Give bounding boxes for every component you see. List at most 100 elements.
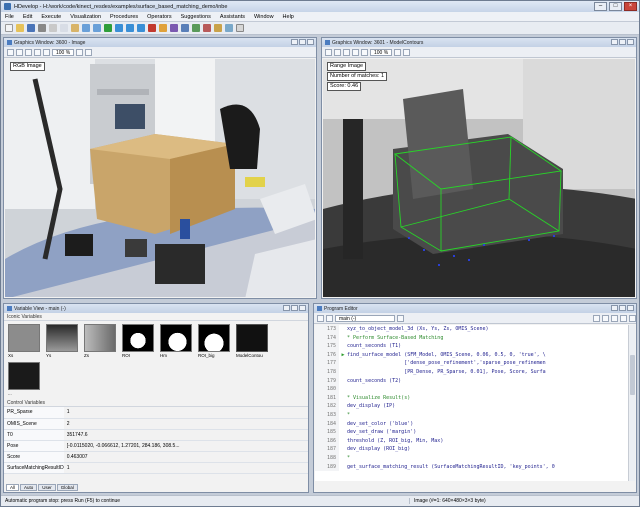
- maximize-button[interactable]: [619, 39, 626, 45]
- zoom-in-icon[interactable]: [25, 48, 32, 56]
- color-icon[interactable]: [76, 48, 84, 56]
- code-line[interactable]: 174 * Perform Surface-Based Matching: [315, 333, 628, 343]
- menu-visualization[interactable]: Visualization: [70, 14, 101, 20]
- code-line[interactable]: 186 threshold (Z, ROI_big, Min, Max): [315, 436, 628, 446]
- code-scrollbar[interactable]: [628, 325, 635, 481]
- table-row[interactable]: Pose [-0.0115020, -0.066612, 1.27201, 284…: [4, 440, 308, 452]
- tab-global[interactable]: Global: [56, 484, 78, 491]
- draw-icon[interactable]: [403, 48, 411, 56]
- pointer-icon[interactable]: [7, 48, 14, 56]
- thumb-roi-big[interactable]: ROI_big: [198, 324, 230, 358]
- zoom-in-icon[interactable]: [343, 48, 350, 56]
- zoom-out-icon[interactable]: [34, 48, 41, 56]
- run-icon[interactable]: [104, 24, 112, 32]
- find-icon[interactable]: [611, 314, 618, 322]
- code-line[interactable]: 182 dev_display (IP): [315, 402, 628, 411]
- new-file-icon[interactable]: [5, 24, 13, 32]
- table-row[interactable]: OMIS_Scene 2: [4, 418, 308, 430]
- code-line[interactable]: 184 dev_set_color ('blue'): [315, 419, 628, 429]
- table-row[interactable]: SurfaceMatchingResultID 1: [4, 462, 308, 474]
- minimize-button[interactable]: [283, 305, 290, 311]
- chevron-down-icon[interactable]: [397, 314, 404, 322]
- step-into-icon[interactable]: [126, 24, 134, 32]
- variable-view-icon[interactable]: [181, 24, 189, 32]
- code-line[interactable]: 179 count_seconds (T2): [315, 376, 628, 386]
- minimize-button[interactable]: [611, 305, 618, 311]
- scrollbar-thumb[interactable]: [630, 355, 635, 395]
- close-button[interactable]: [299, 305, 306, 311]
- code-line[interactable]: 189 get_surface_matching_result (SurfaceM…: [315, 462, 628, 472]
- zoom-out-icon[interactable]: [352, 48, 359, 56]
- graphics-window-icon[interactable]: [170, 24, 178, 32]
- range-image-canvas[interactable]: Range Image Number of matches: 1 Score: …: [323, 59, 635, 297]
- edit-icon[interactable]: [593, 314, 600, 322]
- table-row[interactable]: Score 0.463007: [4, 451, 308, 463]
- thumb-more[interactable]: ...: [8, 362, 40, 396]
- maximize-button[interactable]: [299, 39, 306, 45]
- rgb-image-canvas[interactable]: RGB Image: [5, 59, 315, 297]
- code-line[interactable]: 178 [PR_Dense, PR_Sparse, 0.01], Pose, S…: [315, 367, 628, 377]
- step-out-icon[interactable]: [137, 24, 145, 32]
- thumb-model-contours[interactable]: ModelContou: [236, 324, 268, 358]
- redo-icon[interactable]: [93, 24, 101, 32]
- draw-icon[interactable]: [85, 48, 93, 56]
- tab-all[interactable]: All: [6, 484, 20, 491]
- code-line[interactable]: 188 *: [315, 453, 628, 463]
- minimize-button[interactable]: [291, 39, 298, 45]
- zoom-select[interactable]: 100 %: [370, 48, 393, 56]
- code-line[interactable]: 187 dev_display (ROI_big): [315, 445, 628, 454]
- thumb-hm[interactable]: Hm: [160, 324, 192, 358]
- print-icon[interactable]: [620, 314, 627, 322]
- operator-window-icon[interactable]: [192, 24, 200, 32]
- code-line[interactable]: 175 count_seconds (T1): [315, 342, 628, 351]
- move-icon[interactable]: [334, 48, 341, 56]
- procedure-icon[interactable]: [602, 314, 609, 322]
- code-line[interactable]: 181 * Visualize Result(s): [315, 393, 628, 403]
- copy-icon[interactable]: [60, 24, 68, 32]
- settings-icon[interactable]: [225, 24, 233, 32]
- thumb-roi[interactable]: ROI: [122, 324, 154, 358]
- code-line[interactable]: 185 dev_set_draw ('margin'): [315, 428, 628, 437]
- code-line[interactable]: 183 *: [315, 410, 628, 420]
- menu-edit[interactable]: Edit: [23, 14, 32, 20]
- maximize-button[interactable]: [291, 305, 298, 311]
- close-button[interactable]: [627, 305, 634, 311]
- maximize-button[interactable]: □: [609, 2, 622, 11]
- undo-icon[interactable]: [82, 24, 90, 32]
- paste-icon[interactable]: [71, 24, 79, 32]
- procedure-select[interactable]: main (-): [335, 314, 395, 322]
- minimize-button[interactable]: –: [594, 2, 607, 11]
- cut-icon[interactable]: [49, 24, 57, 32]
- menu-procedures[interactable]: Procedures: [110, 14, 138, 20]
- thumb-xs[interactable]: Xs: [8, 324, 40, 358]
- step-over-icon[interactable]: [115, 24, 123, 32]
- minimize-button[interactable]: [611, 39, 618, 45]
- help-icon[interactable]: [236, 24, 244, 32]
- table-row[interactable]: PR_Sparse 1: [4, 407, 308, 419]
- thumb-zs[interactable]: Zs: [84, 324, 116, 358]
- program-window-icon[interactable]: [203, 24, 211, 32]
- move-icon[interactable]: [16, 48, 23, 56]
- menu-operators[interactable]: Operators: [147, 14, 171, 20]
- reset-icon[interactable]: [159, 24, 167, 32]
- close-button[interactable]: ×: [624, 2, 637, 11]
- color-icon[interactable]: [394, 48, 402, 56]
- tab-user[interactable]: User: [38, 484, 56, 491]
- code-editor[interactable]: 173 xyz_to_object_model_3d (Xs, Ys, Zs, O…: [315, 325, 628, 481]
- tab-auto[interactable]: Auto: [20, 484, 38, 491]
- back-icon[interactable]: [317, 314, 324, 322]
- close-button[interactable]: [627, 39, 634, 45]
- fit-icon[interactable]: [361, 48, 368, 56]
- menu-file[interactable]: File: [5, 14, 14, 20]
- thumb-ys[interactable]: Ys: [46, 324, 78, 358]
- options-icon[interactable]: [629, 314, 636, 322]
- code-line[interactable]: 176 ▶ find_surface_model (SFM_Model, OMIS_…: [315, 350, 628, 360]
- menu-suggestions[interactable]: Suggestions: [181, 14, 211, 20]
- menu-execute[interactable]: Execute: [41, 14, 61, 20]
- close-button[interactable]: [307, 39, 314, 45]
- code-line[interactable]: 173 xyz_to_object_model_3d (Xs, Ys, Zs, O…: [315, 325, 628, 334]
- forward-icon[interactable]: [326, 314, 333, 322]
- code-line[interactable]: 177 ['dense_pose_refinement','sparse_pos…: [315, 359, 628, 368]
- code-line[interactable]: 180: [315, 385, 628, 394]
- table-row[interactable]: T0 351747.6: [4, 429, 308, 441]
